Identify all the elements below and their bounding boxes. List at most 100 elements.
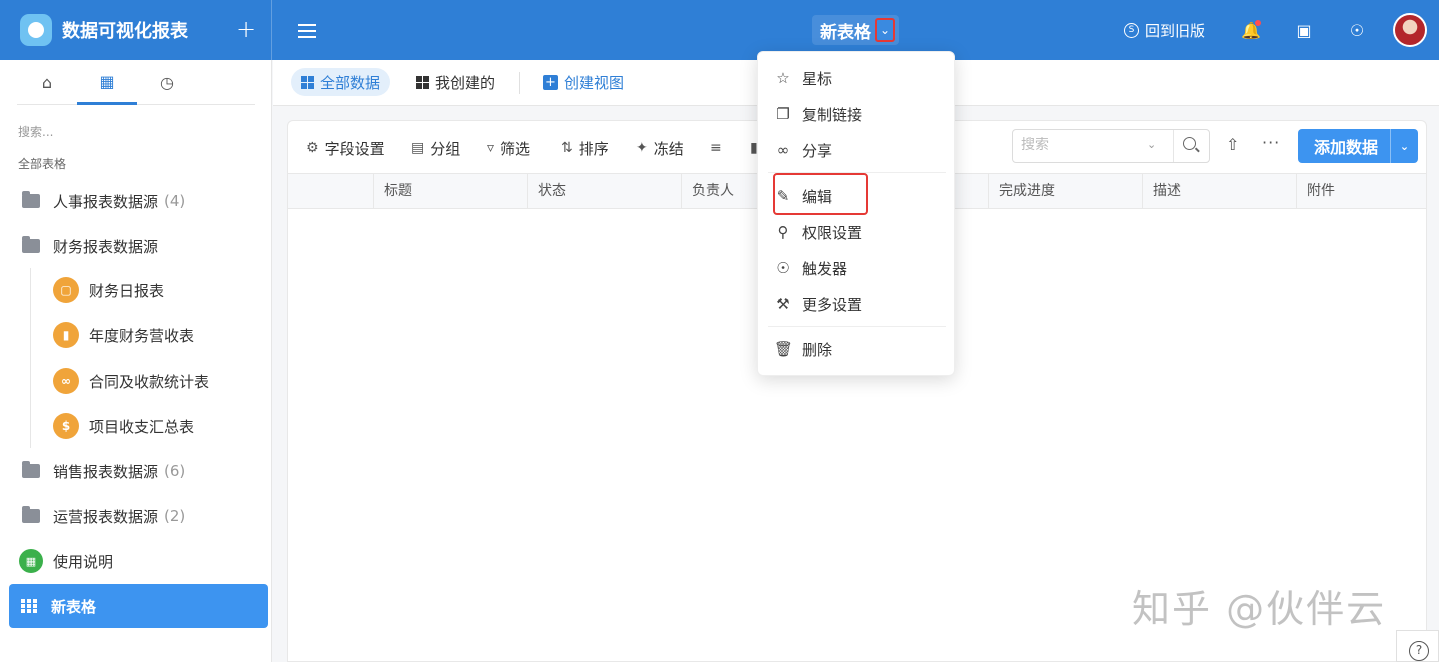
menu-item-label: 分享: [802, 141, 833, 160]
app-logo: [20, 14, 52, 46]
group-button[interactable]: ▤ 分组: [411, 137, 460, 159]
create-view-button[interactable]: + 创建视图: [533, 68, 634, 96]
document-icon: ▢: [53, 277, 79, 303]
chevron-down-icon[interactable]: ⌄: [1147, 138, 1156, 151]
menu-item-permissions[interactable]: ⚲ 权限设置: [774, 219, 944, 245]
sidebar-search-input[interactable]: 搜索...: [18, 123, 53, 140]
item-count: (4): [164, 192, 186, 210]
column-header-description[interactable]: 描述: [1142, 174, 1297, 209]
table-grid-icon[interactable]: ▦: [77, 60, 137, 105]
sidebar-item-label: 运营报表数据源: [53, 507, 159, 526]
avatar[interactable]: [1393, 13, 1427, 47]
sidebar: ⌂ ▦ ◷ 搜索... 全部表格 人事报表数据源 (4) 财务报表数据源 ▢ 财…: [0, 60, 272, 662]
watermark: 知乎 @伙伴云: [1132, 587, 1387, 631]
app-title: 数据可视化报表: [62, 21, 188, 42]
column-header-title[interactable]: 标题: [373, 174, 528, 209]
menu-item-copy-link[interactable]: ❐ 复制链接: [774, 101, 944, 127]
section-label: 全部表格: [18, 157, 67, 171]
column-header-progress[interactable]: 完成进度: [988, 174, 1143, 209]
sidebar-item-new-table[interactable]: 新表格: [9, 584, 268, 628]
menu-item-star[interactable]: ☆ 星标: [774, 65, 944, 91]
menu-item-share[interactable]: ∞ 分享: [774, 137, 944, 163]
folder-icon: [22, 506, 40, 523]
toolbar-label: 筛选: [500, 139, 531, 158]
menu-item-label: 删除: [802, 340, 833, 359]
sidebar-item-ops-source[interactable]: 运营报表数据源 (2): [0, 496, 272, 536]
old-version-link[interactable]: S 回到旧版: [1124, 20, 1205, 41]
sidebar-item-project-summary[interactable]: $ 项目收支汇总表: [0, 406, 272, 446]
create-view-label: 创建视图: [564, 73, 625, 92]
sidebar-item-contract-stats[interactable]: ∞ 合同及收款统计表: [0, 361, 272, 401]
doc-title: 新表格: [820, 22, 871, 43]
divider: [1173, 130, 1174, 162]
column-header-status[interactable]: 状态: [527, 174, 682, 209]
toolbar-label: 分组: [430, 139, 461, 158]
toolbar-label: 排序: [578, 139, 609, 158]
search-input[interactable]: [1021, 137, 1141, 153]
filter-button[interactable]: ▿ 筛选: [487, 137, 530, 159]
help-button[interactable]: ?: [1396, 630, 1439, 662]
sidebar-item-label: 使用说明: [53, 552, 114, 571]
menu-divider: [768, 326, 946, 327]
compass-icon[interactable]: ☉: [1347, 20, 1367, 40]
menu-item-triggers[interactable]: ☉ 触发器: [774, 255, 944, 281]
sidebar-item-annual-revenue[interactable]: ▮ 年度财务营收表: [0, 315, 272, 355]
copy-icon: ❐: [776, 105, 790, 123]
menu-item-label: 权限设置: [802, 223, 863, 242]
sidebar-item-finance-source[interactable]: 财务报表数据源: [0, 226, 272, 266]
item-count: (2): [164, 507, 186, 525]
sidebar-item-label: 合同及收款统计表: [89, 372, 210, 391]
menu-item-label: 编辑: [802, 187, 833, 206]
bell-icon[interactable]: 🔔: [1241, 20, 1261, 40]
chevron-down-icon[interactable]: ⌄: [1390, 129, 1418, 163]
more-icon[interactable]: ···: [1262, 133, 1280, 152]
search-icon[interactable]: [1183, 137, 1196, 150]
folder-icon: [22, 191, 40, 208]
clock-icon[interactable]: ◷: [137, 60, 197, 105]
home-icon[interactable]: ⌂: [17, 60, 77, 105]
tab-all-data[interactable]: 全部数据: [291, 68, 391, 96]
sort-icon: ⇅: [561, 140, 573, 156]
menu-toggle-icon[interactable]: [298, 20, 316, 40]
add-data-button[interactable]: 添加数据 ⌄: [1298, 129, 1418, 163]
tab-my-created[interactable]: 我创建的: [406, 68, 505, 96]
toolbar-label: 冻结: [653, 139, 684, 158]
grid-icon: [416, 75, 429, 89]
add-data-label: 添加数据: [1314, 138, 1379, 157]
row-height-button[interactable]: ≡: [710, 137, 728, 159]
grid-icon: [301, 75, 314, 89]
sort-button[interactable]: ⇅ 排序: [561, 137, 609, 159]
upload-icon[interactable]: ⇧: [1226, 135, 1239, 154]
menu-item-delete[interactable]: 🗑 删除: [774, 336, 944, 362]
table-search[interactable]: ⌄: [1012, 129, 1210, 163]
star-icon: ☆: [776, 69, 790, 87]
inbox-icon[interactable]: ▣: [1294, 20, 1314, 40]
question-icon: ?: [1409, 641, 1429, 661]
sidebar-item-hr-source[interactable]: 人事报表数据源 (4): [0, 181, 272, 221]
pencil-icon: ✎: [776, 187, 790, 205]
grid-icon: ▦: [19, 549, 43, 573]
sidebar-item-sales-source[interactable]: 销售报表数据源 (6): [0, 451, 272, 491]
sidebar-item-label: 年度财务营收表: [89, 326, 195, 345]
filter-icon: ▿: [487, 140, 495, 156]
menu-item-more-settings[interactable]: ⚒ 更多设置: [774, 291, 944, 317]
menu-item-label: 复制链接: [802, 105, 863, 124]
sidebar-tabs: ⌂ ▦ ◷: [17, 60, 255, 105]
trash-icon: 🗑: [774, 340, 794, 358]
plus-icon: +: [543, 74, 558, 90]
column-header-attachment[interactable]: 附件: [1296, 174, 1426, 209]
toolbar-label: 字段设置: [324, 139, 385, 158]
sidebar-item-finance-daily[interactable]: ▢ 财务日报表: [0, 270, 272, 310]
chevron-down-icon[interactable]: ⌄: [875, 18, 895, 42]
menu-item-edit[interactable]: ✎ 编辑: [774, 183, 944, 209]
group-icon: ▤: [411, 140, 425, 156]
sidebar-item-instructions[interactable]: ▦ 使用说明: [0, 541, 272, 581]
table-grid-icon: [21, 599, 37, 613]
menu-item-label: 触发器: [802, 259, 848, 278]
doc-title-area[interactable]: 新表格 ⌄: [812, 15, 899, 45]
add-icon[interactable]: +: [236, 14, 256, 44]
freeze-button[interactable]: ✦ 冻结: [636, 137, 684, 159]
field-settings-button[interactable]: ⚙ 字段设置: [306, 137, 385, 159]
tab-label: 全部数据: [320, 73, 381, 92]
folder-open-icon: [22, 236, 40, 253]
